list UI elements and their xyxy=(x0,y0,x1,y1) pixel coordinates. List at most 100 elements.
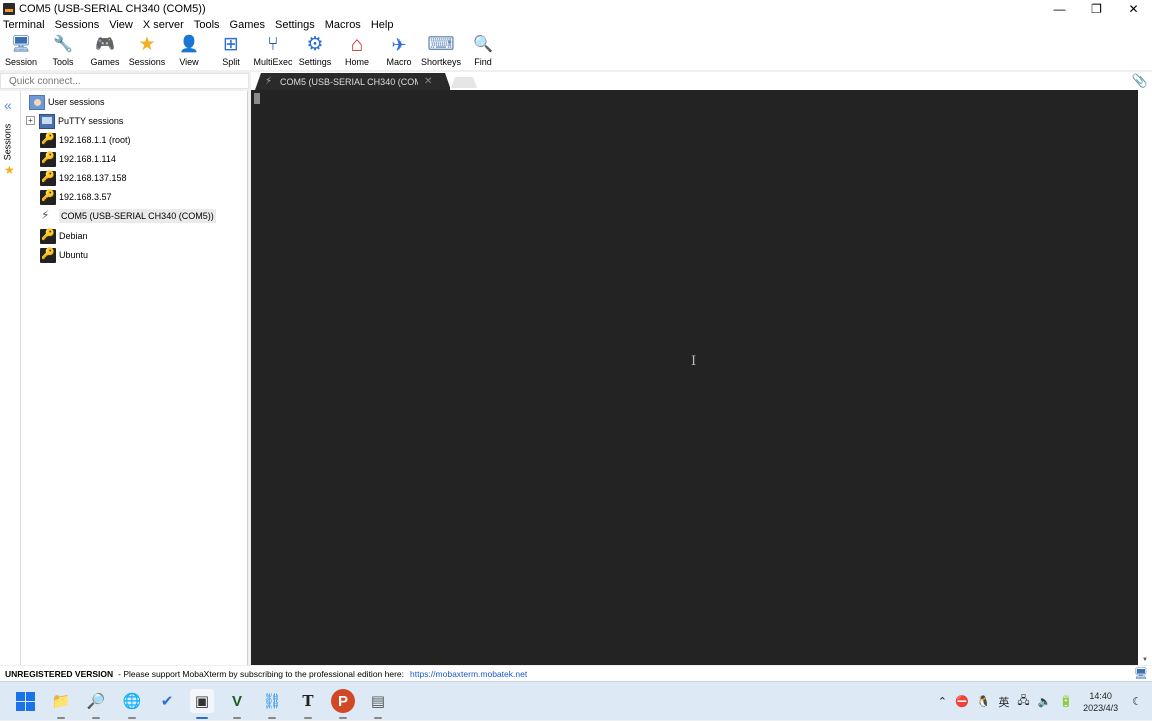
menu-x-server[interactable]: X server xyxy=(140,18,188,33)
tree-item-label: COM5 (USB-SERIAL CH340 (COM5)) xyxy=(59,209,216,223)
tree-item-session[interactable]: 192.168.1.1 (root) xyxy=(40,131,131,149)
toolbar-sessions-button[interactable]: ★ Sessions xyxy=(126,33,168,70)
toolbar-label: MultiExec xyxy=(253,57,293,67)
expand-toggle[interactable]: + xyxy=(26,116,35,125)
toolbar-tools-button[interactable]: 🔧 Tools xyxy=(42,33,84,70)
network-status-icon[interactable]: 🖧 xyxy=(1017,692,1029,711)
taskbar-powerpoint[interactable]: P xyxy=(331,689,355,719)
menu-settings[interactable]: Settings xyxy=(272,18,319,33)
clock-date: 2023/4/3 xyxy=(1083,702,1119,713)
toolbar-settings-button[interactable]: ⚙ Settings xyxy=(294,33,336,70)
volume-icon[interactable]: 🔈 xyxy=(1038,695,1052,708)
toolbar-session-button[interactable]: 🖥 Session xyxy=(0,33,42,70)
toolbar-macro-button[interactable]: ✈ Macro xyxy=(378,33,420,70)
tree-item-session[interactable]: Ubuntu xyxy=(40,246,88,264)
menu-sessions[interactable]: Sessions xyxy=(52,18,104,33)
toolbar-games-button[interactable]: 🎮 Games xyxy=(84,33,126,70)
toolbar: 🖥 Session 🔧 Tools 🎮 Games ★ Sessions 👤 V… xyxy=(0,33,1152,70)
minimize-button[interactable]: — xyxy=(1041,0,1078,18)
scroll-down-arrow-icon[interactable]: ▼ xyxy=(1142,657,1148,663)
terminal-scrollbar[interactable]: ▼ xyxy=(1138,90,1152,665)
serial-tool-icon: ▤ xyxy=(370,693,386,710)
tree-item-session[interactable]: Debian xyxy=(40,227,88,245)
taskbar-search-app[interactable]: 🔎 xyxy=(84,689,108,719)
tab-close-icon[interactable]: ✕ xyxy=(424,76,432,87)
attachment-icon[interactable]: 📎 xyxy=(1132,73,1148,89)
sidebar-strip: « Sessions ★ xyxy=(0,91,21,665)
tree-item-session[interactable]: 192.168.1.114 xyxy=(40,150,116,168)
toolbar-home-button[interactable]: ⌂ Home xyxy=(336,33,378,70)
tree-item-putty-sessions[interactable]: PuTTY sessions xyxy=(39,112,123,130)
ime-indicator[interactable]: 英 xyxy=(998,694,1009,710)
menu-help[interactable]: Help xyxy=(368,18,398,33)
taskbar-file-explorer[interactable]: 📁 xyxy=(49,689,73,719)
taskbar-typora[interactable]: T xyxy=(296,689,320,719)
serial-plug-icon xyxy=(40,208,56,224)
tools-icon: 🔧 xyxy=(53,36,73,53)
tree-item-session-selected[interactable]: COM5 (USB-SERIAL CH340 (COM5)) xyxy=(40,207,216,225)
quick-connect-input[interactable] xyxy=(1,74,248,88)
favorites-star-icon[interactable]: ★ xyxy=(4,163,15,177)
macro-icon: ✈ xyxy=(391,35,407,55)
toolbar-shortkeys-button[interactable]: ⌨ Shortkeys xyxy=(420,33,462,70)
taskbar-mobaxterm[interactable]: ▣ xyxy=(190,689,214,719)
view-icon: 👤 xyxy=(179,36,199,53)
close-button[interactable]: ✕ xyxy=(1115,0,1152,18)
ssh-key-icon xyxy=(40,151,56,167)
tree-item-session[interactable]: 192.168.3.57 xyxy=(40,188,112,206)
website-link[interactable]: https://mobaxterm.mobatek.net xyxy=(410,669,527,679)
antivirus-icon[interactable]: ⛔ xyxy=(955,695,969,708)
new-tab-button[interactable] xyxy=(451,77,477,88)
network-icon: ⛓ xyxy=(262,693,282,710)
menu-macros[interactable]: Macros xyxy=(322,18,365,33)
mobaxterm-app-icon xyxy=(3,3,15,15)
toolbar-find-button[interactable]: 🔍 Find xyxy=(462,33,504,70)
toolbar-label: View xyxy=(179,57,199,67)
version-label: UNREGISTERED VERSION xyxy=(5,668,114,679)
mouse-ibeam-cursor: I xyxy=(691,354,697,369)
taskbar: 📁 🔎 🌐 ✔ ▣ V ⛓ T P ▤ ⌃ ⛔ 🐧 英 🖧 🔈 🔋 14:40 … xyxy=(0,681,1152,720)
terminal-area[interactable]: I xyxy=(251,90,1138,665)
session-tree: User sessions + PuTTY sessions 192.168.1… xyxy=(21,91,248,665)
toolbar-split-button[interactable]: ⊞ Split xyxy=(210,33,252,70)
notification-moon-icon[interactable]: ☾ xyxy=(1132,695,1142,708)
tab-com5[interactable]: ⚡ COM5 (USB-SERIAL CH340 (COM5)) ✕ xyxy=(255,73,450,90)
toolbar-view-button[interactable]: 👤 View xyxy=(168,33,210,70)
menu-terminal[interactable]: Terminal xyxy=(0,18,49,33)
windows-logo-icon xyxy=(15,691,35,711)
toolbar-label: Macro xyxy=(386,57,412,67)
tree-item-label: Ubuntu xyxy=(59,250,89,260)
menu-view[interactable]: View xyxy=(106,18,137,33)
taskbar-edge[interactable]: 🌐 xyxy=(120,689,144,719)
monitor-icon[interactable]: 🖥 xyxy=(1134,667,1148,680)
tree-item-user-sessions[interactable]: User sessions xyxy=(29,93,105,111)
toolbar-label: Home xyxy=(344,57,369,67)
tray-overflow-chevron-icon[interactable]: ⌃ xyxy=(938,695,947,708)
split-icon: ⊞ xyxy=(223,34,239,55)
battery-icon[interactable]: 🔋 xyxy=(1059,695,1073,708)
tree-item-session[interactable]: 192.168.137.158 xyxy=(40,169,127,187)
typora-icon: T xyxy=(302,692,314,710)
home-icon: ⌂ xyxy=(350,33,364,56)
collapse-sidebar-icon[interactable]: « xyxy=(4,97,12,113)
maximize-button[interactable]: ❐ xyxy=(1078,0,1115,18)
clock[interactable]: 14:40 2023/4/3 xyxy=(1083,690,1118,714)
games-icon: 🎮 xyxy=(95,36,115,53)
menu-tools[interactable]: Tools xyxy=(191,18,224,33)
tree-item-label: User sessions xyxy=(48,97,105,107)
menu-games[interactable]: Games xyxy=(227,18,269,33)
taskbar-vim[interactable]: V xyxy=(225,689,249,719)
ssh-key-icon xyxy=(40,189,56,205)
qq-icon[interactable]: 🐧 xyxy=(977,695,991,708)
toolbar-label: Session xyxy=(4,57,38,67)
sessions-side-tab[interactable]: Sessions xyxy=(1,121,19,167)
vim-icon: V xyxy=(231,692,242,710)
toolbar-multiexec-button[interactable]: ⑂ MultiExec xyxy=(252,33,294,70)
taskbar-serial-tool[interactable]: ▤ xyxy=(366,689,390,719)
taskbar-todo[interactable]: ✔ xyxy=(155,689,179,713)
star-icon: ★ xyxy=(138,34,156,55)
taskbar-network-app[interactable]: ⛓ xyxy=(260,689,284,719)
tab-strip: ⚡ COM5 (USB-SERIAL CH340 (COM5)) ✕ 📎 xyxy=(251,72,1152,90)
start-button[interactable] xyxy=(13,689,37,713)
quick-connect-box xyxy=(0,73,249,89)
